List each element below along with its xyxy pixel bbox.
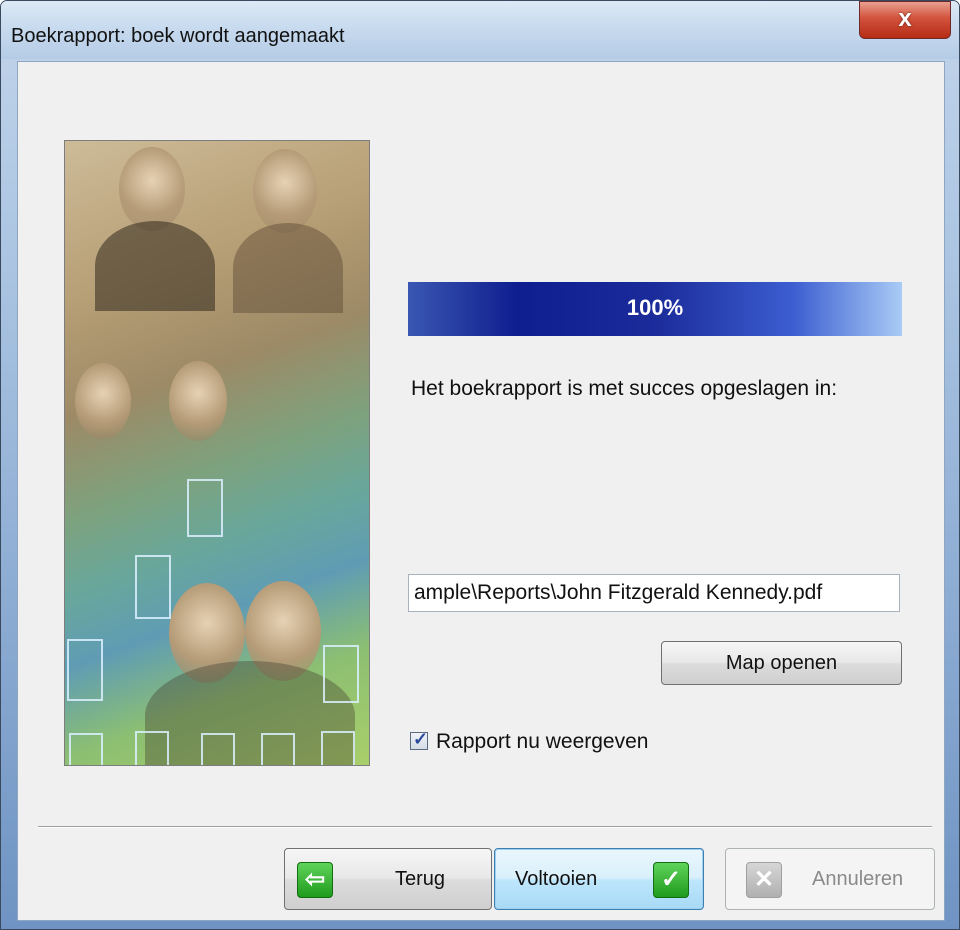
back-button-label: Terug xyxy=(395,868,446,890)
finish-button-label: Voltooien xyxy=(515,868,598,890)
show-report-checkbox-label: Rapport nu weergeven xyxy=(436,730,649,753)
cancel-button-label: Annuleren xyxy=(812,868,904,890)
checkmark-icon: ✓ xyxy=(413,729,429,749)
success-message: Het boekrapport is met succes opgeslagen… xyxy=(411,377,838,400)
open-folder-button-label: Map openen xyxy=(725,652,838,674)
checkmark-icon: ✓ xyxy=(653,862,689,898)
output-path-field[interactable]: ample\Reports\John Fitzgerald Kennedy.pd… xyxy=(408,574,900,612)
progress-bar: 100% xyxy=(408,282,902,336)
arrow-left-icon: ⇦ xyxy=(297,862,333,898)
title-bar[interactable]: Boekrapport: boek wordt aangemaakt x xyxy=(1,1,959,59)
finish-button[interactable]: Voltooien ✓ xyxy=(494,848,704,910)
family-photo-collage-image xyxy=(64,140,370,766)
cancel-button[interactable]: ✕ Annuleren xyxy=(725,848,935,910)
back-button[interactable]: ⇦ Terug xyxy=(284,848,492,910)
window-title: Boekrapport: boek wordt aangemaakt xyxy=(11,25,345,47)
progress-percent-label: 100% xyxy=(626,295,684,320)
show-report-checkbox[interactable]: ✓ xyxy=(410,729,429,750)
open-folder-button[interactable]: Map openen xyxy=(661,641,902,685)
close-icon: x xyxy=(898,5,912,32)
x-icon: ✕ xyxy=(746,862,782,898)
dialog-content: 100% Het boekrapport is met succes opges… xyxy=(17,61,945,921)
dialog-window: Boekrapport: boek wordt aangemaakt x 100… xyxy=(0,0,960,930)
footer-divider xyxy=(38,826,932,828)
close-button[interactable]: x xyxy=(859,1,951,39)
